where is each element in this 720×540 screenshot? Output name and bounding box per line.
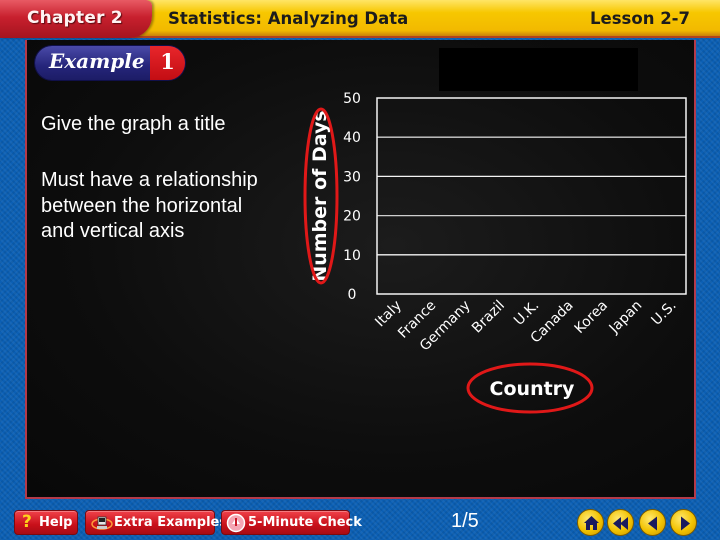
y-tick-label: 50 bbox=[343, 91, 361, 107]
y-axis-title: Number of Days bbox=[309, 110, 331, 281]
x-axis-title: Country bbox=[490, 378, 576, 400]
five-minute-check-button[interactable]: 5-Minute Check bbox=[221, 510, 362, 535]
help-label: Help bbox=[39, 515, 73, 530]
five-minute-check-label: 5-Minute Check bbox=[248, 515, 362, 530]
home-button[interactable] bbox=[577, 509, 604, 536]
y-tick-label: 20 bbox=[343, 209, 361, 225]
first-slide-button[interactable] bbox=[607, 509, 634, 536]
computer-icon bbox=[91, 515, 113, 539]
bar-chart: 01020304050 ItalyFranceGermanyBrazil U.K.… bbox=[303, 91, 687, 414]
home-icon bbox=[584, 516, 599, 530]
extra-examples-button[interactable]: Extra Examples bbox=[85, 510, 227, 535]
clock-check-icon bbox=[226, 513, 246, 540]
rewind-icon bbox=[613, 517, 628, 530]
x-tick-label: U.S. bbox=[649, 298, 680, 329]
help-button[interactable]: ? Help bbox=[14, 510, 78, 535]
extra-examples-label: Extra Examples bbox=[114, 515, 228, 530]
previous-icon bbox=[648, 516, 657, 531]
x-tick-label: Japan bbox=[606, 298, 646, 338]
y-tick-label: 0 bbox=[348, 287, 357, 303]
page-indicator: 1/5 bbox=[451, 510, 479, 532]
next-icon bbox=[681, 516, 690, 531]
y-tick-label: 40 bbox=[343, 130, 361, 146]
next-slide-button[interactable] bbox=[670, 509, 697, 536]
x-tick-label: Korea bbox=[572, 298, 611, 337]
plot-frame bbox=[376, 97, 687, 295]
x-tick-label: Brazil bbox=[469, 298, 508, 337]
question-mark-icon: ? bbox=[22, 512, 32, 532]
y-tick-label: 30 bbox=[343, 169, 361, 185]
y-tick-label: 10 bbox=[343, 248, 361, 264]
previous-slide-button[interactable] bbox=[639, 509, 666, 536]
